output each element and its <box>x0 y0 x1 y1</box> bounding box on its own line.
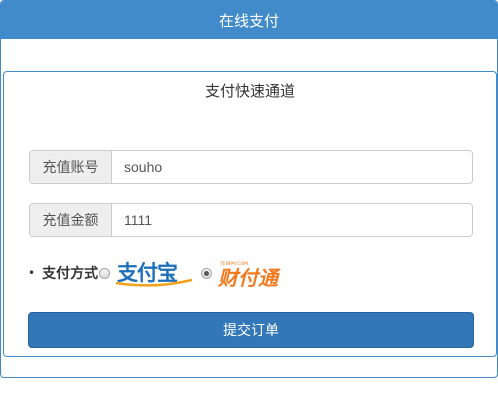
amount-label: 充值金额 <box>30 204 112 236</box>
payment-form-panel: 支付快速通道 充值账号 充值金额 • 支付方式 支付宝 TENPAY.COM 财… <box>3 71 497 357</box>
tenpay-radio[interactable] <box>201 267 213 279</box>
payment-panel: 在线支付 支付快速通道 充值账号 充值金额 • 支付方式 支付宝 TENPAY.… <box>0 0 498 378</box>
alipay-radio[interactable] <box>99 267 111 279</box>
tenpay-logo[interactable]: TENPAY.COM 财付通 <box>216 258 300 288</box>
panel-header: 在线支付 <box>1 1 497 39</box>
payment-method-row: • 支付方式 支付宝 TENPAY.COM 财付通 <box>28 258 328 288</box>
panel-title: 在线支付 <box>218 11 279 30</box>
alipay-logo-text: 支付宝 <box>117 261 178 285</box>
alipay-logo[interactable]: 支付宝 <box>114 258 198 288</box>
submit-order-button[interactable]: 提交订单 <box>28 312 474 348</box>
form-title: 支付快速通道 <box>204 82 295 100</box>
account-label: 充值账号 <box>30 151 112 183</box>
payment-method-label: 支付方式 <box>42 266 99 282</box>
bullet: • <box>28 266 36 280</box>
account-input[interactable] <box>112 151 472 183</box>
tenpay-logo-text: 财付通 <box>217 266 281 288</box>
amount-input-group: 充值金额 <box>29 203 473 237</box>
amount-input[interactable] <box>112 204 472 236</box>
account-input-group: 充值账号 <box>29 150 473 184</box>
